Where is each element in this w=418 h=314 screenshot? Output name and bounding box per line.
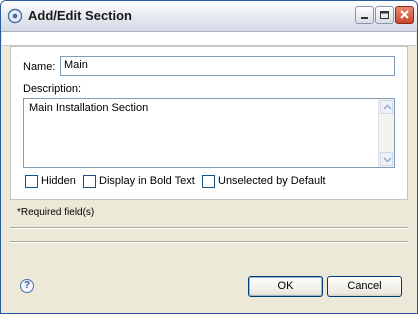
maximize-button[interactable] (375, 6, 394, 24)
description-field[interactable]: Main Installation Section (23, 98, 395, 168)
separator (10, 227, 408, 229)
maximize-icon (380, 11, 389, 19)
help-icon[interactable]: ? (20, 279, 34, 293)
bold-text-checkbox-label: Display in Bold Text (99, 175, 195, 187)
name-field[interactable]: Main (60, 56, 395, 76)
hidden-checkbox-box[interactable] (25, 175, 38, 188)
close-icon (400, 10, 409, 19)
window-title: Add/Edit Section (28, 8, 132, 23)
cancel-button[interactable]: Cancel (327, 276, 402, 297)
title-bar[interactable]: Add/Edit Section (1, 1, 417, 32)
unselected-default-checkbox-box[interactable] (202, 175, 215, 188)
close-button[interactable] (395, 6, 414, 24)
minimize-button[interactable] (355, 6, 374, 24)
bold-text-checkbox-box[interactable] (83, 175, 96, 188)
description-scrollbar[interactable] (378, 99, 394, 167)
name-label: Name: (23, 61, 56, 73)
scroll-down-button[interactable] (380, 152, 393, 166)
unselected-default-checkbox-label: Unselected by Default (218, 175, 326, 187)
ok-button[interactable]: OK (248, 276, 323, 297)
header-banner (2, 32, 416, 46)
description-label: Description: (23, 83, 82, 95)
scroll-up-icon (383, 104, 392, 110)
app-icon (7, 8, 23, 24)
description-text: Main Installation Section (29, 102, 149, 114)
dialog-window: Add/Edit Section Name: Main Description:… (0, 0, 418, 314)
scroll-down-icon (383, 157, 392, 163)
minimize-icon (361, 17, 368, 19)
scroll-up-button[interactable] (380, 100, 393, 114)
hidden-checkbox-label: Hidden (41, 175, 76, 187)
separator (10, 241, 408, 243)
required-fields-note: *Required field(s) (17, 207, 95, 218)
